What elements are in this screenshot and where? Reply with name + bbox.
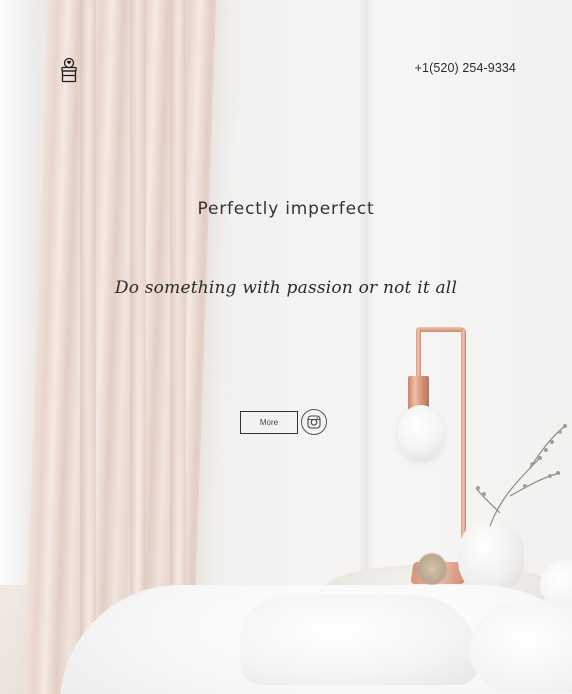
pillow bbox=[240, 595, 480, 685]
plant-branch bbox=[475, 424, 567, 527]
logo[interactable] bbox=[57, 57, 81, 83]
fire-hydrant-logo-icon bbox=[61, 57, 77, 83]
lamp-arm bbox=[416, 327, 466, 332]
lamp-bulb bbox=[398, 405, 444, 461]
lamp-arm bbox=[416, 329, 421, 377]
vase bbox=[458, 518, 524, 594]
hero-background-image bbox=[0, 0, 572, 694]
hero-tagline: Do something with passion or not it all bbox=[114, 278, 458, 298]
curtain-fold bbox=[80, 0, 96, 694]
pillow bbox=[470, 602, 572, 692]
decor-stones bbox=[416, 552, 448, 586]
hero-title: Perfectly imperfect bbox=[197, 199, 375, 219]
phone-number[interactable]: +1(520) 254-9334 bbox=[396, 61, 516, 75]
instagram-icon bbox=[307, 415, 321, 429]
instagram-link[interactable] bbox=[301, 409, 327, 435]
more-button[interactable]: More bbox=[240, 411, 298, 434]
